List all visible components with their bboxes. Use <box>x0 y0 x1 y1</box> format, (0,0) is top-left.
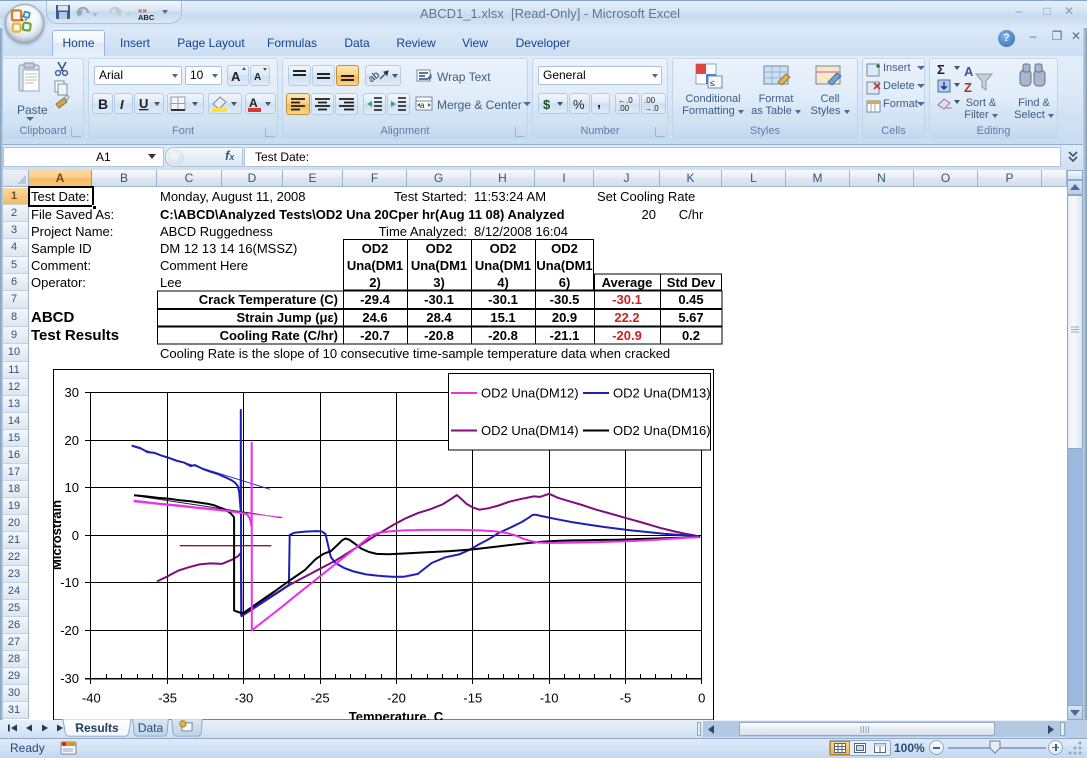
svg-text:ab: ab <box>366 69 382 85</box>
svg-text:OD2 Una(DM12): OD2 Una(DM12) <box>481 386 579 401</box>
svg-text:-35: -35 <box>158 691 177 706</box>
svg-text:0: 0 <box>72 528 79 543</box>
svg-text:$: $ <box>543 97 551 112</box>
svg-text:Σ: Σ <box>937 62 945 77</box>
svg-text:-30: -30 <box>60 671 79 686</box>
svg-text:-5: -5 <box>620 691 632 706</box>
svg-text:OD2 Una(DM14): OD2 Una(DM14) <box>481 423 579 438</box>
svg-text:Z: Z <box>964 80 972 95</box>
svg-text:-20: -20 <box>387 691 406 706</box>
svg-text:0: 0 <box>698 691 705 706</box>
svg-text:Microstrain: Microstrain <box>53 500 64 570</box>
svg-text:A: A <box>964 64 974 79</box>
svg-text:30: 30 <box>65 385 79 400</box>
svg-text:-40: -40 <box>82 691 101 706</box>
svg-text:20: 20 <box>65 433 79 448</box>
svg-text:≤: ≤ <box>710 78 715 88</box>
svg-text:-10: -10 <box>540 691 559 706</box>
svg-text:OD2 Una(DM16): OD2 Una(DM16) <box>613 423 711 438</box>
svg-text:,: , <box>597 94 601 110</box>
svg-text:-15: -15 <box>463 691 482 706</box>
svg-text:%: % <box>573 97 585 112</box>
svg-text:-10: -10 <box>60 575 79 590</box>
svg-text:A: A <box>231 69 241 84</box>
svg-text:B: B <box>98 96 108 112</box>
svg-text:-25: -25 <box>311 691 330 706</box>
svg-text:A: A <box>254 72 261 83</box>
svg-text:→.0: →.0 <box>644 104 659 113</box>
svg-text:.00: .00 <box>618 104 630 113</box>
svg-text:Temperature, C: Temperature, C <box>349 709 444 720</box>
svg-text:-30: -30 <box>235 691 254 706</box>
svg-text:10: 10 <box>65 480 79 495</box>
svg-text:ABC: ABC <box>138 13 155 22</box>
svg-text:OD2 Una(DM13): OD2 Una(DM13) <box>613 386 711 401</box>
svg-text:a: a <box>420 101 425 110</box>
svg-text:-20: -20 <box>60 623 79 638</box>
svg-text:I: I <box>120 97 124 112</box>
svg-text:A: A <box>249 96 258 110</box>
svg-text:U: U <box>139 96 148 111</box>
